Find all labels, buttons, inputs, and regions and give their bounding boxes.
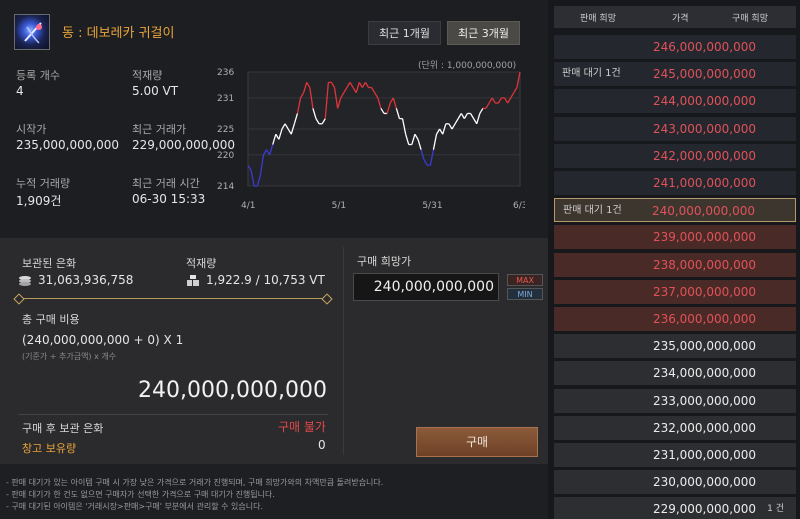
held-silver-label: 보관된 은화 [22, 257, 77, 270]
chart-y-tick: 231 [217, 94, 234, 104]
row-price: 243,000,000,000 [652, 121, 756, 136]
row-price: 231,000,000,000 [652, 448, 756, 462]
total-separator [18, 414, 328, 415]
row-price: 241,000,000,000 [652, 176, 756, 190]
chart-y-tick: 214 [217, 182, 234, 192]
order-book-row[interactable]: 236,000,000,000 [554, 307, 796, 331]
row-price: 234,000,000,000 [652, 366, 756, 381]
header-buy-wish: 구매 희망 [732, 14, 768, 24]
help-note: - 구매 대기된 아이템은 '거래시장>판매>구매' 부분에서 관리할 수 있습… [6, 502, 264, 511]
row-price: 242,000,000,000 [652, 148, 756, 163]
sell-wait-count: 판매 대기 1건 [563, 205, 622, 217]
order-book-row[interactable]: 243,000,000,000 [554, 116, 796, 141]
price-history-chart: 236 231 225 220 214 4/1 5/1 5/31 6/30 [217, 68, 525, 211]
row-price: 232,000,000,000 [652, 420, 756, 435]
order-book-row[interactable]: 234,000,000,000 [554, 361, 796, 386]
cost-formula-hint: (기준가 + 추가금액) x 개수 [22, 352, 117, 361]
registered-count-value: 4 [16, 84, 24, 98]
help-note: - 판매 대기가 한 건도 없으면 구매자가 선택한 가격으로 구매 대기가 진… [6, 490, 275, 499]
row-price: 244,000,000,000 [652, 94, 756, 109]
order-book-row[interactable]: 242,000,000,000 [554, 143, 796, 168]
max-price-button[interactable]: MAX [507, 274, 543, 286]
row-price: 230,000,000,000 [652, 475, 756, 490]
row-price: 235,000,000,000 [652, 339, 756, 354]
chart-x-tick: 6/30 [513, 201, 525, 211]
row-price: 239,000,000,000 [652, 230, 756, 245]
order-book-row[interactable]: 237,000,000,000 [554, 279, 796, 304]
earring-icon [14, 14, 50, 50]
chart-x-tick: 5/31 [422, 201, 442, 211]
after-purchase-silver-value: 구매 불가 [278, 420, 326, 434]
row-price: 238,000,000,000 [652, 257, 756, 272]
row-price: 233,000,000,000 [652, 393, 756, 408]
buy-area-divider [343, 247, 344, 455]
item-info-area: 동 : 데보레카 귀걸이 최근 1개월 최근 3개월 등록 개수 4 적재량 5… [0, 0, 548, 238]
order-book-row[interactable]: 판매 대기 1건 245,000,000,000 [554, 62, 796, 87]
start-price-value: 235,000,000,000 [16, 138, 120, 152]
left-panel: 동 : 데보레카 귀걸이 최근 1개월 최근 3개월 등록 개수 4 적재량 5… [0, 0, 548, 519]
recent-time-label: 최근 거래 시간 [132, 177, 200, 190]
storage-count-label: 창고 보유량 [22, 442, 77, 455]
start-price-label: 시작가 [16, 123, 47, 136]
cost-formula: (240,000,000,000 + 0) X 1 [22, 333, 184, 347]
order-book-header: 판매 희망 가격 구매 희망 [554, 6, 796, 28]
order-book-row[interactable]: 239,000,000,000 [554, 225, 796, 250]
order-book-row[interactable]: 230,000,000,000 [554, 470, 796, 495]
help-notes: - 판매 대기가 있는 아이템 구매 시 가장 낮은 가격으로 거래가 진행되며… [6, 477, 383, 513]
order-book-panel: 판매 희망 가격 구매 희망 246,000,000,000 판매 대기 1건 24… [548, 0, 800, 519]
order-book-row[interactable]: 238,000,000,000 [554, 252, 796, 277]
total-cost-value: 240,000,000,000 [138, 378, 327, 403]
row-price: 237,000,000,000 [652, 284, 756, 299]
buy-weight-value: 1,922.9 / 10,753 VT [206, 273, 325, 287]
total-cost-label: 총 구매 비용 [22, 313, 80, 326]
order-book-row[interactable]: 241,000,000,000 [554, 171, 796, 195]
order-book-row[interactable]: 244,000,000,000 [554, 89, 796, 114]
held-silver-value: 31,063,936,758 [38, 273, 134, 287]
min-price-button[interactable]: MIN [507, 288, 543, 300]
order-book-row[interactable]: 233,000,000,000 [554, 388, 796, 413]
chart-x-tick: 4/1 [241, 201, 255, 211]
period-1-month-button[interactable]: 최근 1개월 [368, 21, 441, 45]
help-note: - 판매 대기가 있는 아이템 구매 시 가장 낮은 가격으로 거래가 진행되며… [6, 478, 384, 487]
order-book-row[interactable]: 246,000,000,000 [554, 35, 796, 59]
chart-y-tick: 220 [217, 151, 234, 161]
row-price: 229,000,000,000 [652, 502, 756, 517]
registered-count-label: 등록 개수 [16, 69, 60, 82]
order-book-row[interactable]: 232,000,000,000 [554, 415, 796, 440]
row-price: 246,000,000,000 [652, 40, 756, 54]
storage-count-value: 0 [318, 438, 326, 452]
desired-price-label: 구매 희망가 [357, 255, 412, 268]
weight-label: 적재량 [132, 69, 163, 82]
order-book-row[interactable]: 판매 대기 1건 240,000,000,000 [554, 198, 796, 223]
after-purchase-silver-label: 구매 후 보관 은화 [22, 422, 104, 435]
buy-weight-label: 적재량 [186, 257, 217, 270]
chart-y-tick: 225 [217, 125, 234, 135]
cumulative-volume-label: 누적 거래량 [16, 177, 71, 190]
silver-coins-icon [19, 276, 31, 286]
buy-button[interactable]: 구매 [416, 427, 538, 457]
order-book-row[interactable]: 229,000,000,000 1 건 [554, 497, 796, 519]
chart-y-tick: 236 [217, 68, 234, 78]
row-price: 240,000,000,000 [651, 204, 755, 219]
order-book-row[interactable]: 231,000,000,000 [554, 443, 796, 467]
sell-wait-count: 판매 대기 1건 [562, 68, 621, 80]
row-price: 245,000,000,000 [652, 67, 756, 82]
quantity-slider[interactable] [18, 298, 328, 299]
desired-price-input[interactable] [353, 273, 499, 301]
period-3-month-button[interactable]: 최근 3개월 [447, 21, 520, 45]
row-price: 236,000,000,000 [652, 312, 756, 326]
item-title: 동 : 데보레카 귀걸이 [62, 26, 175, 41]
buy-wait-count: 1 건 [767, 504, 784, 515]
recent-time-value: 06-30 15:33 [132, 192, 206, 206]
chart-x-tick: 5/1 [332, 201, 346, 211]
header-price: 가격 [672, 14, 689, 24]
cumulative-volume-value: 1,909건 [16, 194, 62, 208]
weight-icon [187, 275, 199, 286]
header-sell-wish: 판매 희망 [580, 14, 616, 24]
weight-value: 5.00 VT [132, 84, 179, 98]
order-book-row[interactable]: 235,000,000,000 [554, 334, 796, 359]
recent-price-label: 최근 거래가 [132, 123, 187, 136]
